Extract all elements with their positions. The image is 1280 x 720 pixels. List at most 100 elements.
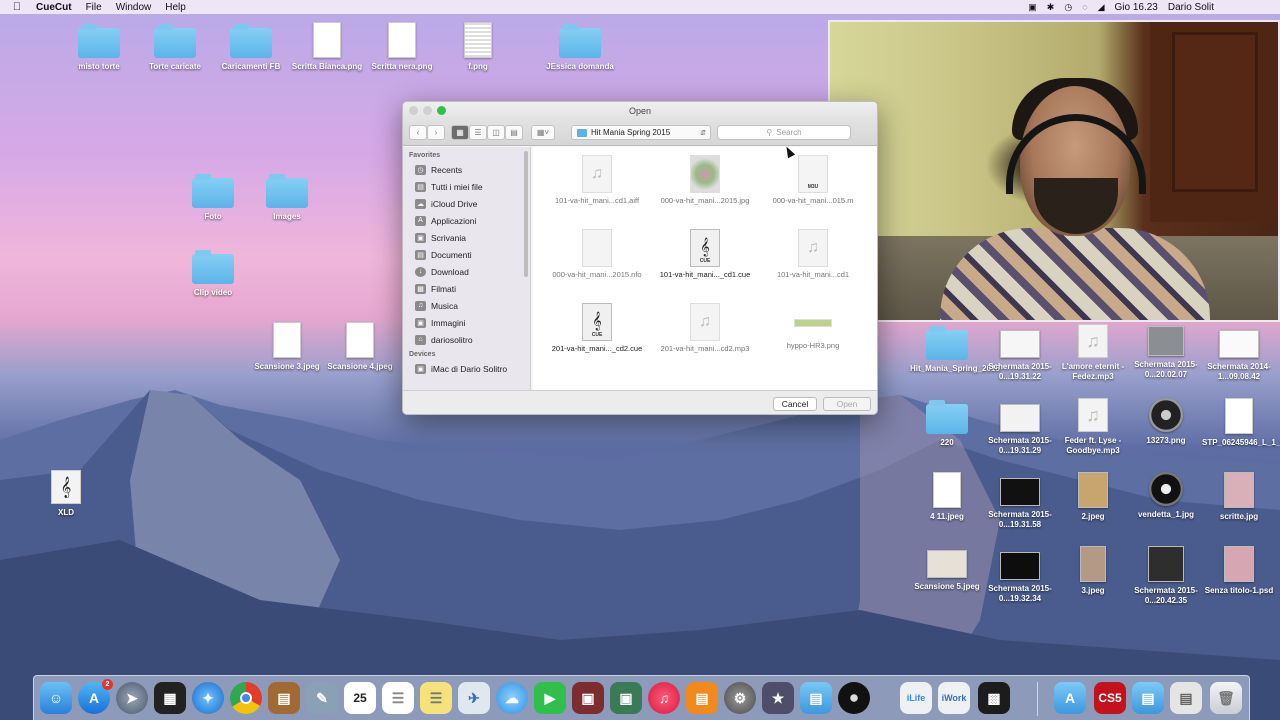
volume-icon[interactable]: ◢: [1098, 2, 1105, 13]
app-store-dock-icon[interactable]: A2: [78, 679, 113, 714]
zoom-button[interactable]: [437, 106, 446, 115]
contacts-dock-icon[interactable]: ▤: [268, 682, 300, 714]
forward-button[interactable]: ›: [427, 125, 445, 140]
desktop-item[interactable]: 2.jpeg: [1056, 472, 1130, 522]
folder-dock-icon[interactable]: ▤: [800, 682, 832, 714]
system-preferences-dock-icon[interactable]: ⚙: [724, 682, 756, 714]
desktop-item[interactable]: Caricamenti FB: [214, 24, 288, 72]
desktop-item[interactable]: JEssica domanda: [543, 24, 617, 72]
finder-dock-icon[interactable]: ☺: [40, 682, 72, 714]
desktop-item[interactable]: Schermata 2014-1...09.08.42: [1202, 330, 1276, 382]
desktop-item[interactable]: Schermata 2015-0...19.31.58: [983, 478, 1057, 530]
creative-suite-dock-icon[interactable]: CS5: [1094, 682, 1126, 714]
sidebar-item-applications[interactable]: A Applicazioni: [403, 212, 530, 229]
menu-window[interactable]: Window: [116, 2, 152, 13]
sidebar-item-pictures[interactable]: ▣ Immagini: [403, 314, 530, 331]
notes-dock-icon[interactable]: ☰: [420, 682, 452, 714]
iwork-dock-icon[interactable]: iWork: [938, 682, 970, 714]
menu-file[interactable]: File: [86, 2, 102, 13]
itunes-dock-icon[interactable]: ♫: [648, 682, 680, 714]
file-item[interactable]: M3U 000-va-hit_mani...015.m: [765, 155, 861, 206]
desktop-item[interactable]: Schermata 2015-0...19.31.29: [983, 404, 1057, 456]
ibooks-dock-icon[interactable]: ▤: [686, 682, 718, 714]
desktop-item[interactable]: Scritta nera.png: [365, 22, 439, 72]
calendar-dock-icon[interactable]: 25: [344, 682, 376, 714]
desktop-item[interactable]: misto torte: [62, 24, 136, 72]
desktop-item[interactable]: STP_06245946_L_1_4_F...01V.pdf: [1202, 398, 1280, 448]
file-item[interactable]: 𝄞 CUE 101-va-hit_mani..._cd1.cue: [657, 229, 753, 280]
desktop-item[interactable]: Hit_Mania_Spring_2015: [910, 326, 1000, 374]
arrange-button[interactable]: ▦˅: [531, 125, 555, 140]
sidebar-item-recents[interactable]: ◷ Recents: [403, 161, 530, 178]
desktop-item[interactable]: 13273.png: [1129, 398, 1203, 446]
mission-control-dock-icon[interactable]: ▦: [154, 682, 186, 714]
desktop-item[interactable]: Scansione 4.jpeg: [323, 322, 397, 372]
desktop-item[interactable]: Scansione 3.jpeg: [250, 322, 324, 372]
sidebar-item-music[interactable]: ♫ Musica: [403, 297, 530, 314]
file-item[interactable]: 000-va-hit_mani...2015.jpg: [657, 155, 753, 206]
applications-folder-dock-icon[interactable]: A: [1054, 682, 1086, 714]
preview-dock-icon[interactable]: ✎: [306, 682, 338, 714]
camera-icon[interactable]: ▣: [1028, 2, 1037, 13]
location-popup[interactable]: Hit Mania Spring 2015 ⇵: [571, 125, 711, 140]
desktop-item[interactable]: Schermata 2015-0...20.02.07: [1129, 326, 1203, 380]
list-view-button[interactable]: ☰: [469, 125, 487, 140]
apple-menu-icon[interactable]: : [10, 1, 24, 13]
desktop-item[interactable]: 4 11.jpeg: [910, 472, 984, 522]
desktop-item[interactable]: ♫ Feder ft. Lyse - Goodbye.mp3: [1056, 398, 1130, 456]
sidebar-item-all-files[interactable]: ▤ Tutti i miei file: [403, 178, 530, 195]
sidebar-scrollbar[interactable]: [524, 151, 528, 277]
menu-help[interactable]: Help: [165, 2, 186, 13]
icon-view-button[interactable]: ▦: [451, 125, 469, 140]
menubar-user[interactable]: Dario Solit: [1168, 2, 1214, 13]
desktop-item[interactable]: Images: [250, 174, 324, 222]
xld-dock-icon[interactable]: [838, 682, 870, 714]
photo-booth-dock-icon[interactable]: ▣: [572, 682, 604, 714]
imovie-dock-icon[interactable]: ★: [762, 682, 794, 714]
wifi-icon[interactable]: ◌: [1082, 2, 1087, 12]
desktop-item[interactable]: Senza titolo-1.psd: [1202, 546, 1276, 596]
desktop-item[interactable]: Scansione 5.jpeg: [910, 550, 984, 592]
media-dock-icon[interactable]: ▩: [978, 682, 1010, 714]
menubar-clock[interactable]: Gio 16.23: [1114, 2, 1157, 13]
desktop-item[interactable]: Schermata 2015-0...20.42.35: [1129, 546, 1203, 606]
ilife-dock-icon[interactable]: iLife: [900, 682, 932, 714]
desktop-item[interactable]: scritte.jpg: [1202, 472, 1276, 522]
column-view-button[interactable]: ◫: [487, 125, 505, 140]
launchpad-dock-icon[interactable]: ➤: [116, 682, 148, 714]
facetime-dock-icon[interactable]: ▶: [534, 682, 566, 714]
back-button[interactable]: ‹: [409, 125, 427, 140]
desktop-item[interactable]: f.png: [441, 22, 515, 72]
downloads-stack-dock-icon[interactable]: ▤: [1170, 682, 1202, 714]
chrome-dock-icon[interactable]: [230, 682, 262, 714]
coverflow-view-button[interactable]: ▤: [505, 125, 523, 140]
file-item[interactable]: ♫ 101-va-hit_mani...cd1: [765, 229, 861, 280]
sidebar-item-downloads[interactable]: ↓ Download: [403, 263, 530, 280]
desktop-item[interactable]: Clip video: [176, 250, 250, 298]
desktop-item[interactable]: vendetta_1.jpg: [1129, 472, 1203, 520]
reminders-dock-icon[interactable]: ☰: [382, 682, 414, 714]
sidebar-item-documents[interactable]: ▤ Documenti: [403, 246, 530, 263]
file-item[interactable]: 000-va-hit_mani...2015.nfo: [549, 229, 645, 280]
cancel-button[interactable]: Cancel: [773, 397, 817, 411]
maps-dock-icon[interactable]: ✈: [458, 682, 490, 714]
desktop-item[interactable]: 3.jpeg: [1056, 546, 1130, 596]
documents-folder-dock-icon[interactable]: ▤: [1132, 682, 1164, 714]
file-item[interactable]: ♫ 101-va-hit_mani...cd1.aiff: [549, 155, 645, 206]
desktop-item[interactable]: 220: [910, 400, 984, 448]
file-item[interactable]: ♫ 201-va-hit_mani...cd2.mp3: [657, 303, 753, 354]
sidebar-item-icloud[interactable]: ☁ iCloud Drive: [403, 195, 530, 212]
sidebar-item-imac[interactable]: ▣ iMac di Dario Solitro: [403, 360, 530, 377]
sidebar-item-movies[interactable]: ▩ Filmati: [403, 280, 530, 297]
trash-dock-icon[interactable]: 🗑: [1210, 682, 1242, 714]
iphoto-dock-icon[interactable]: ▣: [610, 682, 642, 714]
search-field[interactable]: ⚲ Search: [717, 125, 851, 140]
desktop-item[interactable]: ♫ L'amore eternit - Fedez.mp3: [1056, 324, 1130, 382]
sidebar-item-desktop[interactable]: ▣ Scrivania: [403, 229, 530, 246]
desktop-item[interactable]: Foto: [176, 174, 250, 222]
timemachine-icon[interactable]: ◷: [1064, 2, 1072, 13]
desktop-item[interactable]: Scritta Bianca.png: [290, 22, 364, 72]
desktop-item[interactable]: Schermata 2015-0...19.32.34: [983, 552, 1057, 604]
messages-dock-icon[interactable]: ☁: [496, 682, 528, 714]
minimize-button[interactable]: [423, 106, 432, 115]
